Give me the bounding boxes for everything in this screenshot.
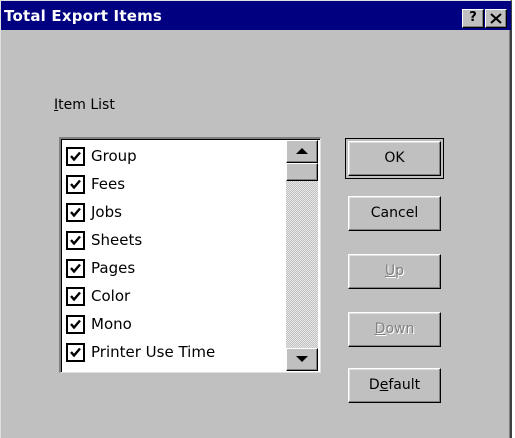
ok-button[interactable]: OK [348, 141, 441, 176]
list-item-label: Sheets [91, 231, 143, 249]
check-icon [70, 347, 81, 358]
close-button[interactable] [485, 9, 507, 28]
help-button[interactable]: ? [462, 9, 484, 28]
check-icon [70, 207, 81, 218]
list-item-color[interactable]: Color [66, 284, 286, 310]
arrow-up-icon [296, 148, 308, 154]
window-title: Total Export Items [4, 7, 163, 25]
item-list-label-rest: tem List [58, 97, 115, 113]
item-list-box[interactable]: Group Fees Jobs Sheets Pages Color Mono … [59, 137, 321, 373]
list-item-mono[interactable]: Mono [66, 312, 286, 338]
list-item-label: Mono [91, 315, 132, 333]
item-list-label: Item List [54, 97, 115, 113]
list-item-sheets[interactable]: Sheets [66, 228, 286, 254]
vertical-scrollbar[interactable] [286, 140, 318, 371]
checkbox-mono[interactable] [66, 315, 85, 334]
scroll-thumb[interactable] [286, 163, 318, 181]
list-item-jobs[interactable]: Jobs [66, 200, 286, 226]
list-item-label: Printer Use Time [91, 343, 216, 361]
down-button-accel: D [374, 321, 386, 337]
scroll-down-button[interactable] [286, 348, 318, 371]
default-button[interactable]: Default [348, 368, 441, 403]
arrow-down-icon [296, 356, 308, 362]
check-icon [70, 151, 81, 162]
check-icon [70, 235, 81, 246]
down-button[interactable]: Down [348, 312, 441, 347]
close-icon [490, 13, 502, 24]
checkbox-sheets[interactable] [66, 231, 85, 250]
up-button-accel: U [384, 263, 396, 279]
up-button[interactable]: Up [348, 254, 441, 289]
list-item-group[interactable]: Group [66, 144, 286, 170]
cancel-button[interactable]: Cancel [348, 196, 441, 231]
check-icon [70, 319, 81, 330]
list-item-label: Fees [91, 175, 126, 193]
check-icon [70, 179, 81, 190]
checkbox-group[interactable] [66, 147, 85, 166]
checkbox-color[interactable] [66, 287, 85, 306]
checkbox-printer-use-time[interactable] [66, 343, 85, 362]
list-item-label: Pages [91, 259, 136, 277]
list-item-pages[interactable]: Pages [66, 256, 286, 282]
default-button-rest: fault [388, 377, 421, 393]
list-item-label: Color [91, 287, 131, 305]
up-button-rest: p [395, 263, 405, 279]
list-item-fees[interactable]: Fees [66, 172, 286, 198]
list-item-label: Jobs [91, 203, 122, 221]
down-button-rest: own [385, 321, 415, 337]
list-item-label: Group [91, 147, 137, 165]
cancel-button-label: Cancel [370, 205, 419, 221]
checkbox-jobs[interactable] [66, 203, 85, 222]
check-icon [70, 291, 81, 302]
total-export-items-dialog: Total Export Items ? Item List Group Fee… [0, 0, 512, 438]
help-icon: ? [469, 10, 477, 25]
check-icon [70, 263, 81, 274]
checkbox-fees[interactable] [66, 175, 85, 194]
checkbox-pages[interactable] [66, 259, 85, 278]
scroll-up-button[interactable] [286, 140, 318, 163]
default-button-pre: D [368, 377, 380, 393]
title-bar[interactable]: Total Export Items ? [1, 1, 511, 30]
list-item-printer-use-time[interactable]: Printer Use Time [66, 340, 286, 366]
ok-button-label: OK [384, 150, 405, 166]
